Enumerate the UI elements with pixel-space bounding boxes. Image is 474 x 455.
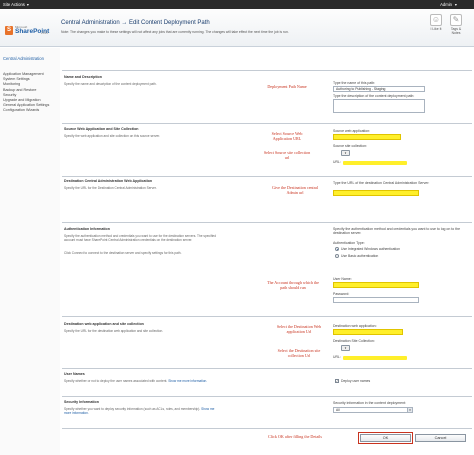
- annotation-account: The Account through which the path shoul…: [267, 280, 319, 290]
- dest-webapp-select[interactable]: [333, 329, 403, 335]
- source-url-label: URL:: [333, 160, 341, 164]
- section-title-auth: Authentication Information: [64, 227, 110, 231]
- left-navigation: Central Administration Application Manag…: [0, 48, 60, 455]
- user-name-input[interactable]: [333, 282, 419, 288]
- deploy-user-names-option[interactable]: ✓ Deploy user names: [335, 379, 370, 384]
- ribbon-header: S Microsoft SharePoint 2010: [0, 9, 474, 47]
- dest-site-label: Destination Site Collection:: [333, 339, 375, 343]
- chevron-down-icon: ▾: [454, 2, 457, 7]
- deploy-user-names-checkbox[interactable]: ✓: [335, 379, 339, 384]
- chevron-down-icon: ▾: [26, 2, 29, 7]
- dest-webapp-label: Destination web application:: [333, 324, 377, 328]
- section-divider: [62, 428, 472, 429]
- section-desc-name: Specify the name and description of the …: [64, 82, 157, 86]
- section-desc-auth-2: Click Connect to connect to the destinat…: [64, 251, 182, 255]
- i-like-it-button[interactable]: ☺ I Like It: [426, 14, 446, 31]
- section-title-source: Source Web Application and Site Collecti…: [64, 127, 139, 131]
- source-site-picker-button[interactable]: ▾: [341, 150, 350, 156]
- section-desc-user-names: Specify whether or not to deploy the use…: [64, 379, 208, 383]
- section-desc-dest-ca: Specify the URL for the Destination Cent…: [64, 186, 157, 190]
- dest-ca-url-label: Type the URL of the destination Central …: [333, 181, 430, 185]
- auth-method-label: Specify the authentication method and cr…: [333, 227, 461, 235]
- source-url-value: [343, 161, 407, 165]
- chevron-down-icon: ▾: [407, 408, 412, 412]
- user-name-label: User Name:: [333, 277, 352, 281]
- show-more-link[interactable]: Show me more information.: [168, 379, 207, 383]
- sharepoint-logo-icon: S: [5, 26, 13, 35]
- path-name-label: Type the name of this path:: [333, 81, 376, 85]
- section-divider: [62, 368, 472, 369]
- annotation-ok: Click OK after filling the Details: [268, 434, 323, 439]
- section-desc-security: Specify whether you want to deploy secur…: [64, 407, 215, 416]
- annotation-dest-webapp: Select the Destination Web application U…: [276, 324, 322, 334]
- radio-basic-auth[interactable]: [335, 254, 339, 259]
- tag-icon: ✎: [450, 14, 462, 26]
- top-bar: Site Actions ▾ Admin ▾: [0, 0, 474, 9]
- section-divider: [62, 396, 472, 397]
- path-name-input[interactable]: Authoring to Publishing - Staging: [333, 86, 425, 92]
- source-webapp-select[interactable]: [333, 134, 401, 140]
- dest-url-label: URL:: [333, 355, 341, 359]
- dest-site-picker-button[interactable]: ▾: [341, 345, 350, 351]
- radio-windows-auth[interactable]: [335, 247, 339, 252]
- auth-type-label: Authentication Type:: [333, 241, 365, 245]
- nav-list: Application Management System Settings M…: [3, 72, 59, 114]
- dest-ca-url-input[interactable]: [333, 190, 419, 196]
- ok-highlight-box: [358, 432, 413, 444]
- security-select[interactable]: All ▾: [333, 407, 413, 413]
- password-input[interactable]: [333, 297, 419, 303]
- tags-notes-button[interactable]: ✎ Tags & Notes: [446, 14, 466, 35]
- sharepoint-logo: S Microsoft SharePoint 2010: [5, 25, 50, 35]
- section-divider: [62, 176, 472, 177]
- annotation-source-site: Select Source site collection url: [263, 150, 311, 160]
- cancel-button[interactable]: Cancel: [415, 434, 466, 442]
- annotation-dest-ca: Give the Destination central Admin url: [271, 185, 319, 195]
- main-content: Name and Description Specify the name an…: [61, 48, 474, 455]
- auth-windows-option[interactable]: Use Integrated Windows authentication: [335, 247, 400, 252]
- password-label: Password:: [333, 292, 350, 296]
- path-description-input[interactable]: [333, 99, 425, 113]
- source-site-label: Source site collection:: [333, 144, 368, 148]
- section-divider: [62, 222, 472, 223]
- security-select-label: Security information in the content depl…: [333, 401, 406, 405]
- annotation-source-webapp: Select Source Web Application URL: [271, 131, 303, 141]
- section-title-security: Security Information: [64, 400, 99, 404]
- site-actions-menu[interactable]: Site Actions ▾: [3, 2, 29, 7]
- section-title-dest-web: Destination web application and site col…: [64, 322, 144, 326]
- section-title-name: Name and Description: [64, 75, 102, 79]
- user-menu-admin[interactable]: Admin: [440, 2, 452, 7]
- section-desc-dest-web: Specify the URL for the destination web …: [64, 329, 164, 333]
- section-divider: [62, 123, 472, 124]
- page-note: Note: The changes you make to these sett…: [61, 30, 289, 34]
- page-title: Central Administration → Edit Content De…: [61, 20, 210, 26]
- section-divider: [62, 316, 472, 317]
- auth-basic-option[interactable]: Use Basic authentication: [335, 254, 378, 259]
- section-desc-auth-1: Specify the authentication method and cr…: [64, 234, 216, 243]
- nav-item-configuration-wizards[interactable]: Configuration Wizards: [3, 108, 59, 113]
- annotation-dest-site: Select the Destination site collection U…: [277, 348, 321, 358]
- section-desc-source: Specify the web application and site col…: [64, 134, 161, 138]
- thumbs-up-icon: ☺: [430, 14, 442, 26]
- section-divider: [62, 70, 472, 71]
- path-description-label: Type the description of the content depl…: [333, 94, 415, 98]
- nav-central-administration[interactable]: Central Administration: [3, 56, 53, 61]
- section-title-user-names: User Names: [64, 372, 85, 376]
- source-webapp-label: Source web application:: [333, 129, 371, 133]
- annotation-path-name: Deployment Path Name: [267, 84, 307, 89]
- section-title-dest-ca: Destination Central Administration Web A…: [64, 179, 153, 183]
- dest-url-value: [343, 356, 407, 360]
